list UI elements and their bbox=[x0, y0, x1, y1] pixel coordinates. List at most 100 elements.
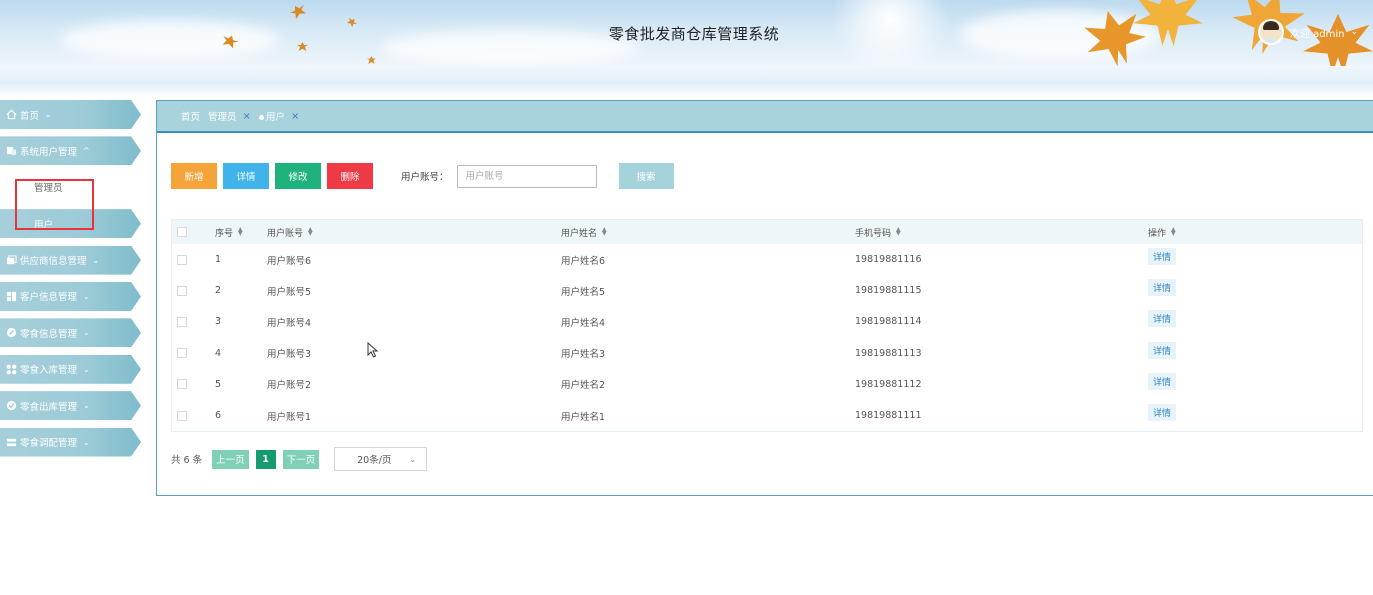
chevron-down-icon: ⌄ bbox=[83, 437, 90, 447]
row-index: 6 bbox=[215, 410, 222, 422]
row-detail-button[interactable]: 详情 bbox=[1148, 248, 1177, 266]
row-phone: 19819881111 bbox=[855, 410, 922, 422]
row-phone: 19819881115 bbox=[855, 285, 922, 297]
sidebar-item-label: 零食调配管理 bbox=[20, 438, 78, 450]
page-size-select[interactable]: 20条/页 ⌄ bbox=[334, 447, 428, 471]
close-icon[interactable]: × bbox=[243, 111, 251, 122]
search-button[interactable]: 搜索 bbox=[618, 163, 674, 189]
search-input[interactable] bbox=[456, 164, 597, 188]
user-menu[interactable]: 欢迎 admin ⌄ bbox=[1258, 19, 1358, 45]
table-header: 序号 ▲ ▼ 用户账号 ▲ ▼ 用户姓名 ▲ ▼ 手机号码 ▲ ▼ 操作 ▲ ▼ bbox=[172, 220, 1362, 244]
sidebar-item-label: 供应商信息管理 bbox=[20, 256, 87, 268]
tab-label: 用户 bbox=[265, 112, 285, 123]
row-account: 用户账号5 bbox=[267, 286, 312, 298]
sidebar-item-supplier[interactable]: 供应商信息管理 ⌄ bbox=[0, 245, 141, 275]
sidebar-item-label: 零食信息管理 bbox=[20, 328, 78, 340]
row-detail-button[interactable]: 详情 bbox=[1148, 310, 1177, 328]
breadcrumb-home[interactable]: 首页 bbox=[181, 109, 200, 123]
table-row[interactable]: 4 用户账号3 用户姓名3 19819881113 详情 bbox=[172, 338, 1362, 369]
row-phone: 19819881116 bbox=[855, 254, 922, 266]
row-phone: 19819881113 bbox=[855, 347, 922, 359]
sidebar-item-label: 零食入库管理 bbox=[20, 365, 78, 377]
sidebar-item-home[interactable]: 首页 ⌄ bbox=[0, 100, 141, 129]
row-checkbox[interactable] bbox=[177, 285, 187, 296]
tab-user[interactable]: 用户 × bbox=[258, 109, 299, 123]
sidebar-item-system-users[interactable]: 系统用户管理 ^ bbox=[0, 136, 141, 166]
table-row[interactable]: 6 用户账号1 用户姓名1 19819881111 详情 bbox=[172, 400, 1362, 431]
row-name: 用户姓名1 bbox=[561, 411, 606, 423]
row-index: 1 bbox=[215, 254, 222, 266]
leaf-icon bbox=[367, 56, 376, 64]
search-label: 用户账号： bbox=[401, 172, 449, 183]
sidebar-item-outbound[interactable]: 零食出库管理 ⌄ bbox=[0, 391, 141, 421]
column-header-index[interactable]: 序号 ▲ ▼ bbox=[215, 226, 267, 239]
row-checkbox[interactable] bbox=[177, 254, 187, 265]
table-row[interactable]: 2 用户账号5 用户姓名5 19819881115 详情 bbox=[172, 275, 1362, 306]
active-dot-icon bbox=[258, 115, 264, 120]
row-name: 用户姓名4 bbox=[561, 317, 606, 329]
users-icon bbox=[6, 145, 17, 156]
leaf-icon bbox=[288, 2, 308, 20]
pagination: 共 6 条 上一页 1 下一页 20条/页 ⌄ bbox=[171, 447, 428, 471]
table-row[interactable]: 1 用户账号6 用户姓名6 19819881116 详情 bbox=[172, 244, 1362, 275]
app-title: 零食批发商仓库管理系统 bbox=[608, 25, 780, 43]
delete-button[interactable]: 删除 bbox=[327, 163, 373, 189]
row-detail-button[interactable]: 详情 bbox=[1148, 279, 1177, 297]
chevron-up-icon: ^ bbox=[83, 146, 90, 156]
avatar bbox=[1258, 19, 1284, 45]
row-phone: 19819881114 bbox=[855, 316, 922, 328]
column-header-name[interactable]: 用户姓名 ▲ ▼ bbox=[561, 226, 855, 239]
sort-icon: ▲ ▼ bbox=[308, 226, 313, 237]
row-phone: 19819881112 bbox=[855, 378, 922, 390]
row-account: 用户账号3 bbox=[267, 349, 312, 361]
prev-page-button[interactable]: 上一页 bbox=[212, 449, 249, 469]
column-header-phone[interactable]: 手机号码 ▲ ▼ bbox=[855, 226, 1148, 239]
chevron-down-icon: ⌄ bbox=[45, 110, 52, 119]
row-checkbox[interactable] bbox=[177, 316, 187, 327]
column-header-account[interactable]: 用户账号 ▲ ▼ bbox=[267, 226, 561, 239]
sidebar-item-label: 系统用户管理 bbox=[20, 146, 78, 158]
sidebar-item-label: 首页 bbox=[20, 110, 40, 122]
row-checkbox[interactable] bbox=[177, 348, 187, 359]
row-index: 5 bbox=[215, 378, 222, 390]
detail-button[interactable]: 详情 bbox=[223, 163, 269, 189]
next-page-button[interactable]: 下一页 bbox=[282, 449, 320, 469]
edit-button[interactable]: 修改 bbox=[275, 163, 321, 189]
total-count: 共 6 条 bbox=[171, 455, 203, 466]
page-size-value: 20条/页 bbox=[357, 455, 392, 466]
row-index: 3 bbox=[215, 316, 222, 328]
row-name: 用户姓名2 bbox=[561, 380, 606, 392]
chevron-down-icon: ⌄ bbox=[83, 364, 90, 374]
row-checkbox[interactable] bbox=[177, 410, 187, 421]
add-button[interactable]: 新增 bbox=[171, 163, 217, 189]
row-account: 用户账号4 bbox=[267, 317, 312, 329]
close-icon[interactable]: × bbox=[291, 111, 299, 122]
table-row[interactable]: 5 用户账号2 用户姓名2 19819881112 详情 bbox=[172, 369, 1362, 400]
column-header-actions[interactable]: 操作 ▲ ▼ bbox=[1148, 226, 1348, 239]
select-all-checkbox[interactable] bbox=[177, 227, 187, 237]
highlight-box bbox=[15, 179, 94, 230]
sidebar-item-customer[interactable]: 客户信息管理 ⌄ bbox=[0, 281, 141, 311]
row-index: 2 bbox=[215, 285, 222, 297]
customer-icon bbox=[6, 291, 17, 302]
main-panel: 首页 管理员 × 用户 × 新增 详情 修改 删除 用户账号： 搜索 序号 ▲▼… bbox=[156, 100, 1373, 496]
sidebar-item-inbound[interactable]: 零食入库管理 ⌄ bbox=[0, 354, 141, 384]
row-checkbox[interactable] bbox=[177, 379, 187, 390]
sort-icon: ▲ ▼ bbox=[896, 226, 901, 237]
row-detail-button[interactable]: 详情 bbox=[1148, 372, 1177, 390]
row-name: 用户姓名3 bbox=[561, 349, 606, 361]
sidebar-item-allocate[interactable]: 零食调配管理 ⌄ bbox=[0, 427, 141, 457]
snack-icon bbox=[6, 327, 17, 338]
row-name: 用户姓名6 bbox=[561, 255, 606, 267]
chevron-down-icon: ⌄ bbox=[83, 328, 90, 338]
row-detail-button[interactable]: 详情 bbox=[1148, 341, 1177, 359]
row-detail-button[interactable]: 详情 bbox=[1148, 404, 1177, 422]
tab-admin[interactable]: 管理员 × bbox=[208, 109, 251, 124]
toolbar: 新增 详情 修改 删除 用户账号： 搜索 bbox=[171, 163, 680, 189]
home-icon bbox=[6, 109, 17, 120]
sidebar-item-snack[interactable]: 零食信息管理 ⌄ bbox=[0, 318, 141, 348]
sort-icon: ▲ ▼ bbox=[238, 226, 243, 237]
page-number-button[interactable]: 1 bbox=[255, 449, 276, 469]
row-index: 4 bbox=[215, 347, 222, 359]
table-row[interactable]: 3 用户账号4 用户姓名4 19819881114 详情 bbox=[172, 306, 1362, 337]
